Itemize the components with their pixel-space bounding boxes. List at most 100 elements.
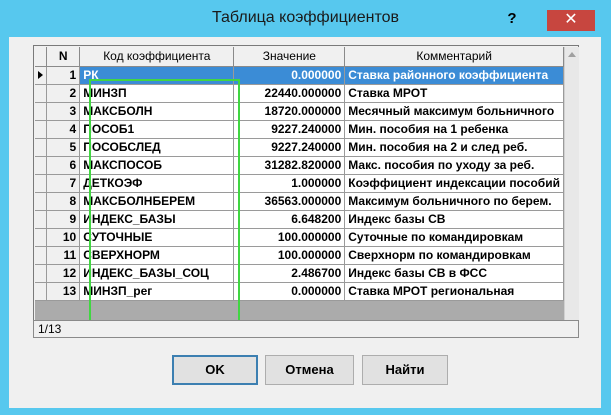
coefficient-code-cell[interactable]: РК [79,66,235,85]
coefficient-value-cell[interactable]: 1.000000 [233,174,346,193]
ok-button[interactable]: OK [172,355,258,385]
row-indicator-cell[interactable] [35,246,48,265]
coefficient-code-cell[interactable]: СВЕРХНОРМ [79,246,235,265]
column-header-value[interactable]: Значение [233,47,346,67]
coefficient-code-cell[interactable]: ДЕТКОЭФ [79,174,235,193]
coefficient-value-cell[interactable]: 22440.000000 [233,84,346,103]
table-row[interactable]: 2 МИНЗП 22440.000000 Ставка МРОТ [35,84,564,103]
find-button[interactable]: Найти [362,355,448,385]
coefficient-value-cell[interactable]: 0.000000 [233,282,346,301]
coefficient-comment-cell[interactable]: Индекс базы СВ в ФСС [344,264,564,283]
row-indicator-cell[interactable] [35,282,48,301]
dialog-body: N Код коэффициента Значение Комментарий … [9,37,601,408]
coefficient-comment-cell[interactable]: Сверхнорм по командировкам [344,246,564,265]
grid-table: N Код коэффициента Значение Комментарий … [35,47,564,301]
row-number-cell[interactable]: 8 [46,192,81,211]
record-position: 1/13 [38,322,62,336]
table-row[interactable]: 6 МАКСПОСОБ 31282.820000 Макс. пособия по у… [35,156,564,175]
coefficient-comment-cell[interactable]: Максимум больничного по берем. [344,192,564,211]
close-button[interactable]: ✕ [547,10,595,31]
row-indicator-cell[interactable] [35,174,48,193]
coefficient-comment-cell[interactable]: Суточные по командировкам [344,228,564,247]
row-number-cell[interactable]: 9 [46,210,81,229]
coefficient-value-cell[interactable]: 100.000000 [233,228,346,247]
row-number-cell[interactable]: 7 [46,174,81,193]
table-row[interactable]: 8 МАКСБОЛНБЕРЕМ 36563.000000 Максимум больн… [35,192,564,211]
coefficient-code-cell[interactable]: МАКСБОЛН [79,102,235,121]
table-row[interactable]: 10 СУТОЧНЫЕ 100.000000 Суточные по командир… [35,228,564,247]
table-row[interactable]: 1 РК 0.000000 Ставка районного коэффициента [35,66,564,85]
row-number-cell[interactable]: 1 [46,66,81,85]
row-number-cell[interactable]: 3 [46,102,81,121]
coefficient-comment-cell[interactable]: Макс. пособия по уходу за реб. [344,156,564,175]
table-row[interactable]: 7 ДЕТКОЭФ 1.000000 Коэффициент индексации п… [35,174,564,193]
table-row[interactable]: 3 МАКСБОЛН 18720.000000 Месячный максимум б… [35,102,564,121]
coefficient-value-cell[interactable]: 36563.000000 [233,192,346,211]
help-button[interactable]: ? [497,10,527,28]
row-number-cell[interactable]: 6 [46,156,81,175]
coefficient-value-cell[interactable]: 9227.240000 [233,120,346,139]
row-number-cell[interactable]: 4 [46,120,81,139]
row-indicator-cell[interactable] [35,264,48,283]
record-position-bar: 1/13 [33,320,579,338]
row-indicator-cell[interactable] [35,156,48,175]
column-header-code[interactable]: Код коэффициента [79,47,235,67]
row-indicator-cell[interactable] [35,120,48,139]
table-row[interactable]: 5 ПОСОБСЛЕД 9227.240000 Мин. пособия на 2 и… [35,138,564,157]
row-indicator-cell[interactable] [35,138,48,157]
coefficient-code-cell[interactable]: МИНЗП_рег [79,282,235,301]
coefficient-code-cell[interactable]: ИНДЕКС_БАЗЫ_СОЦ [79,264,235,283]
coefficient-comment-cell[interactable]: Месячный максимум больничного [344,102,564,121]
table-row[interactable]: 9 ИНДЕКС_БАЗЫ 6.648200 Индекс базы СВ [35,210,564,229]
coefficient-code-cell[interactable]: МАКСБОЛНБЕРЕМ [79,192,235,211]
row-indicator-cell[interactable] [35,84,48,103]
coefficient-comment-cell[interactable]: Индекс базы СВ [344,210,564,229]
coefficient-comment-cell[interactable]: Ставка районного коэффициента [344,66,564,85]
grid-viewport: N Код коэффициента Значение Комментарий … [35,47,564,336]
coefficient-code-cell[interactable]: МАКСПОСОБ [79,156,235,175]
coefficient-comment-cell[interactable]: Ставка МРОТ региональная [344,282,564,301]
row-number-cell[interactable]: 13 [46,282,81,301]
row-indicator-cell[interactable] [35,66,48,85]
coefficient-code-cell[interactable]: ПОСОБСЛЕД [79,138,235,157]
table-row[interactable]: 4 ПОСОБ1 9227.240000 Мин. пособия на 1 ребе… [35,120,564,139]
title-bar[interactable]: Таблица коэффициентов ? ✕ [0,0,611,36]
grid-body: 1 РК 0.000000 Ставка районного коэффициента… [35,66,564,301]
row-indicator-cell[interactable] [35,102,48,121]
coefficient-value-cell[interactable]: 100.000000 [233,246,346,265]
row-indicator-cell[interactable] [35,228,48,247]
coefficient-comment-cell[interactable]: Мин. пособия на 1 ребенка [344,120,564,139]
coefficient-code-cell[interactable]: МИНЗП [79,84,235,103]
coefficient-comment-cell[interactable]: Мин. пособия на 2 и след реб. [344,138,564,157]
cancel-button[interactable]: Отмена [265,355,354,385]
vertical-scrollbar[interactable] [564,47,579,335]
table-row[interactable]: 13 МИНЗП_рег 0.000000 Ставка МРОТ региональ… [35,282,564,301]
scroll-up-arrow-icon[interactable] [568,52,576,57]
column-header-comment[interactable]: Комментарий [344,47,564,67]
coefficient-value-cell[interactable]: 0.000000 [233,66,346,85]
row-number-cell[interactable]: 2 [46,84,81,103]
row-number-cell[interactable]: 5 [46,138,81,157]
row-number-cell[interactable]: 10 [46,228,81,247]
row-number-cell[interactable]: 12 [46,264,81,283]
coefficient-code-cell[interactable]: ИНДЕКС_БАЗЫ [79,210,235,229]
coefficient-comment-cell[interactable]: Коэффициент индексации пособий [344,174,564,193]
coefficient-value-cell[interactable]: 6.648200 [233,210,346,229]
table-row[interactable]: 12 ИНДЕКС_БАЗЫ_СОЦ 2.486700 Индекс базы СВ … [35,264,564,283]
coefficient-value-cell[interactable]: 2.486700 [233,264,346,283]
dialog-window: Таблица коэффициентов ? ✕ N Код коэффици… [0,0,611,415]
table-row[interactable]: 11 СВЕРХНОРМ 100.000000 Сверхнорм по команд… [35,246,564,265]
coefficient-code-cell[interactable]: СУТОЧНЫЕ [79,228,235,247]
coefficient-code-cell[interactable]: ПОСОБ1 [79,120,235,139]
coefficients-grid: N Код коэффициента Значение Комментарий … [33,45,579,337]
row-number-cell[interactable]: 11 [46,246,81,265]
current-row-arrow-icon [38,71,43,79]
coefficient-comment-cell[interactable]: Ставка МРОТ [344,84,564,103]
row-indicator-cell[interactable] [35,210,48,229]
grid-header-row: N Код коэффициента Значение Комментарий [35,47,564,67]
column-header-n[interactable]: N [46,47,81,67]
coefficient-value-cell[interactable]: 18720.000000 [233,102,346,121]
coefficient-value-cell[interactable]: 9227.240000 [233,138,346,157]
coefficient-value-cell[interactable]: 31282.820000 [233,156,346,175]
row-indicator-cell[interactable] [35,192,48,211]
